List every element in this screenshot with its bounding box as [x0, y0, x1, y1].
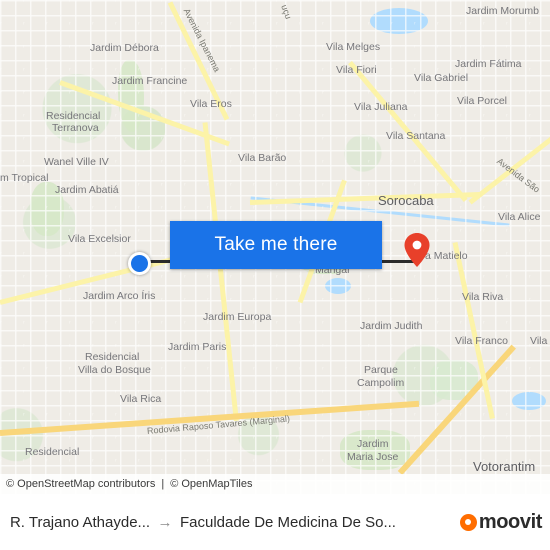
- place-label: Jardim Abatiá: [55, 184, 119, 196]
- trip-footer: R. Trajano Athayde... → Faculdade De Med…: [0, 494, 550, 550]
- place-label: Terranova: [52, 122, 99, 134]
- place-label: Jardim Fátima: [455, 58, 522, 70]
- moovit-wordmark: moovit: [478, 510, 543, 533]
- attribution-osm[interactable]: © OpenStreetMap contributors: [0, 478, 155, 490]
- place-label: Vila Barão: [238, 152, 287, 164]
- origin-stop-label[interactable]: R. Trajano Athayde...: [0, 514, 154, 531]
- place-label: Campolim: [357, 377, 405, 389]
- place-label: Jardim Débora: [90, 42, 159, 54]
- place-label: Vila Fiori: [336, 64, 377, 76]
- place-label: Vila Melges: [326, 41, 381, 53]
- destination-stop-label[interactable]: Faculdade De Medicina De So...: [176, 514, 432, 531]
- place-label: Vila Franco: [455, 335, 508, 347]
- place-label: Vila: [530, 335, 548, 347]
- place-label-city: Votorantim: [473, 459, 536, 474]
- origin-marker[interactable]: [128, 252, 151, 275]
- place-label: m Tropical: [0, 172, 49, 184]
- place-label: Vila Eros: [190, 98, 232, 110]
- place-label: Maria Jose: [347, 451, 399, 463]
- place-label-city: Sorocaba: [378, 193, 434, 208]
- place-label: Jardim Judith: [360, 320, 423, 332]
- place-label: Jardim Arco Íris: [83, 290, 156, 302]
- place-label: Vila Gabriel: [414, 72, 469, 84]
- place-label: a Matielo: [425, 250, 468, 262]
- place-label: Vila Excelsior: [68, 233, 131, 245]
- map-canvas[interactable]: Avenida Ipanema uçu Avenida São Rodovia …: [0, 0, 550, 494]
- attribution-separator: |: [161, 478, 165, 490]
- place-label: Jardim Paris: [168, 341, 227, 353]
- place-label: Residencial: [85, 351, 140, 363]
- place-label: Vila Riva: [462, 291, 504, 303]
- place-label: Jardim Europa: [203, 311, 272, 323]
- place-label: Jardim Morumb: [466, 5, 539, 17]
- place-label: Residencial: [46, 110, 101, 122]
- place-label: Vila Porcel: [457, 95, 507, 107]
- place-label: Residencial: [25, 446, 80, 458]
- moovit-map-screen: Avenida Ipanema uçu Avenida São Rodovia …: [0, 0, 550, 550]
- place-label: Vila Alice: [498, 211, 541, 223]
- destination-pin[interactable]: [404, 233, 430, 267]
- place-label: Jardim: [357, 438, 389, 450]
- moovit-dot-icon: [459, 513, 477, 531]
- place-label: Vila Rica: [120, 393, 162, 405]
- arrow-right-icon: →: [157, 513, 173, 531]
- place-label: Jardim Francine: [112, 75, 188, 87]
- take-me-there-button[interactable]: Take me there: [170, 221, 382, 269]
- attribution-tiles[interactable]: © OpenMapTiles: [164, 478, 252, 490]
- map-attribution: © OpenStreetMap contributors | © OpenMap…: [0, 474, 550, 494]
- place-label: Vila Santana: [386, 130, 446, 142]
- place-label: Wanel Ville IV: [44, 156, 109, 168]
- moovit-logo[interactable]: moovit: [432, 511, 550, 534]
- place-label: Vila Juliana: [354, 101, 408, 113]
- place-label: Villa do Bosque: [78, 364, 151, 376]
- place-label: Parque: [364, 364, 398, 376]
